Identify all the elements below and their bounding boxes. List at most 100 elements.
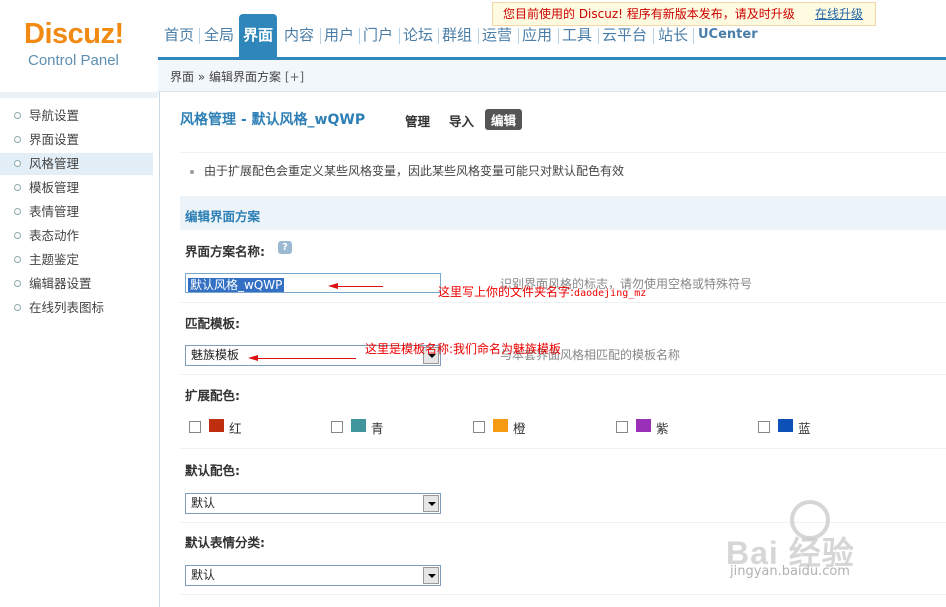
nav-item-portal[interactable]: 门户 — [363, 24, 393, 45]
bullet-icon — [14, 280, 21, 287]
template-label: 匹配模板: — [185, 316, 240, 331]
nav-separator — [598, 28, 599, 44]
sidebar-item-emoji-management[interactable]: 表情管理 — [0, 201, 153, 223]
sidebar-item-navigation[interactable]: 导航设置 — [0, 105, 153, 127]
sidebar-item-topic-stamps[interactable]: 主题鉴定 — [0, 249, 153, 271]
annotation-text: 这里写上你的文件夹名字: — [438, 285, 575, 299]
bullet-icon — [14, 208, 21, 215]
tip-box: 由于扩展配色会重定义某些风格变量，因此某些风格变量可能只对默认配色有效 — [180, 152, 946, 190]
nav-item-content[interactable]: 内容 — [284, 24, 314, 45]
sidebar-top-bar — [0, 92, 158, 98]
tab-edit[interactable]: 编辑 — [485, 109, 523, 130]
scheme-name-value: 默认风格_wQWP — [188, 278, 285, 292]
color-swatch — [209, 419, 224, 432]
color-swatch — [636, 419, 651, 432]
row-divider — [180, 594, 946, 595]
bullet-icon — [14, 136, 21, 143]
logo-subtitle: Control Panel — [28, 52, 119, 69]
logo[interactable]: Discuz! Control Panel — [0, 0, 158, 92]
help-icon[interactable]: ? — [278, 241, 292, 254]
annotation-template-note: 这里是模板名称:我们命名为魅族模板 — [365, 342, 562, 356]
sidebar-item-style-management[interactable]: 风格管理 — [0, 153, 153, 175]
checkbox[interactable] — [473, 421, 485, 433]
section-header: 编辑界面方案 — [180, 196, 946, 230]
tip-text: 由于扩展配色会重定义某些风格变量，因此某些风格变量可能只对默认配色有效 — [204, 164, 625, 178]
nav-separator — [359, 28, 360, 44]
top-nav: 首页 全局 界面 内容 用户 门户 论坛 群组 运营 应用 工具 云平台 站长 … — [158, 14, 946, 58]
breadcrumb: 界面 » 编辑界面方案 [+] — [158, 60, 946, 92]
sidebar: 导航设置 界面设置 风格管理 模板管理 表情管理 表态动作 主题鉴定 编辑器设置… — [0, 92, 160, 607]
bullet-icon — [190, 169, 194, 174]
nav-item-cloud[interactable]: 云平台 — [602, 24, 647, 45]
watermark: Bai 经验 jingyan.baidu.com — [726, 500, 936, 590]
breadcrumb-path: 界面 » 编辑界面方案 — [170, 70, 281, 84]
chevron-down-icon[interactable] — [423, 567, 439, 584]
nav-item-home[interactable]: 首页 — [164, 24, 194, 45]
sidebar-item-interface-settings[interactable]: 界面设置 — [0, 129, 153, 151]
nav-item-ucenter[interactable]: UCenter — [698, 27, 758, 42]
sidebar-item-label: 表情管理 — [29, 204, 80, 219]
bullet-icon — [14, 256, 21, 263]
default-emoji-select[interactable]: 默认 — [185, 565, 441, 586]
color-name: 红 — [229, 421, 242, 436]
nav-separator — [399, 28, 400, 44]
default-color-value: 默认 — [191, 496, 216, 510]
annotation-arrow-line — [256, 358, 356, 359]
nav-item-webmaster[interactable]: 站长 — [658, 24, 688, 45]
sidebar-item-label: 风格管理 — [29, 156, 80, 171]
nav-item-global[interactable]: 全局 — [204, 24, 234, 45]
template-select-value: 魅族模板 — [191, 348, 240, 362]
watermark-url: jingyan.baidu.com — [730, 564, 850, 579]
bullet-icon — [14, 160, 21, 167]
sidebar-item-reactions[interactable]: 表态动作 — [0, 225, 153, 247]
sidebar-item-online-list-icons[interactable]: 在线列表图标 — [0, 297, 153, 319]
sidebar-item-editor-settings[interactable]: 编辑器设置 — [0, 273, 153, 295]
checkbox[interactable] — [331, 421, 343, 433]
sidebar-item-template-management[interactable]: 模板管理 — [0, 177, 153, 199]
color-swatch — [778, 419, 793, 432]
tab-manage[interactable]: 管理 — [405, 111, 430, 130]
color-swatch — [493, 419, 508, 432]
default-color-select[interactable]: 默认 — [185, 493, 441, 514]
sidebar-item-label: 模板管理 — [29, 180, 80, 195]
color-name: 蓝 — [798, 421, 811, 436]
bullet-icon — [14, 184, 21, 191]
nav-item-users[interactable]: 用户 — [324, 24, 354, 45]
nav-separator — [693, 28, 694, 44]
page-title: 风格管理 - 默认风格_wQWP — [180, 112, 366, 128]
color-name: 紫 — [656, 421, 669, 436]
breadcrumb-add-shortcut[interactable]: [+] — [285, 70, 304, 84]
default-color-label: 默认配色: — [185, 463, 240, 478]
logo-brand: Discuz! — [24, 18, 124, 50]
chevron-down-icon[interactable] — [423, 495, 439, 512]
nav-item-forum[interactable]: 论坛 — [403, 24, 433, 45]
annotation-code: daodejing_mz — [574, 288, 647, 299]
checkbox[interactable] — [616, 421, 628, 433]
nav-item-groups[interactable]: 群组 — [442, 24, 472, 45]
bullet-icon — [14, 304, 21, 311]
row-divider — [180, 448, 946, 449]
ext-colors-label: 扩展配色: — [185, 388, 240, 403]
nav-separator — [653, 28, 654, 44]
checkbox[interactable] — [758, 421, 770, 433]
sidebar-item-label: 主题鉴定 — [29, 252, 80, 267]
nav-item-tools[interactable]: 工具 — [562, 24, 592, 45]
bullet-icon — [14, 232, 21, 239]
scheme-name-input[interactable]: 默认风格_wQWP — [185, 273, 441, 293]
checkbox[interactable] — [189, 421, 201, 433]
annotation-folder-note: 这里写上你的文件夹名字:daodejing_mz — [438, 283, 646, 300]
tab-import[interactable]: 导入 — [449, 111, 474, 130]
sidebar-item-label: 导航设置 — [29, 108, 80, 123]
annotation-arrow-line — [336, 286, 383, 287]
nav-item-operations[interactable]: 运营 — [482, 24, 512, 45]
nav-separator — [518, 28, 519, 44]
row-divider — [180, 302, 946, 303]
nav-item-interface[interactable]: 界面 — [239, 14, 278, 58]
color-swatch — [351, 419, 366, 432]
nav-item-apps[interactable]: 应用 — [522, 24, 552, 45]
color-name: 青 — [371, 421, 384, 436]
sidebar-item-label: 界面设置 — [29, 132, 80, 147]
nav-separator — [438, 28, 439, 44]
sidebar-item-label: 在线列表图标 — [29, 300, 105, 315]
nav-separator — [199, 28, 200, 44]
